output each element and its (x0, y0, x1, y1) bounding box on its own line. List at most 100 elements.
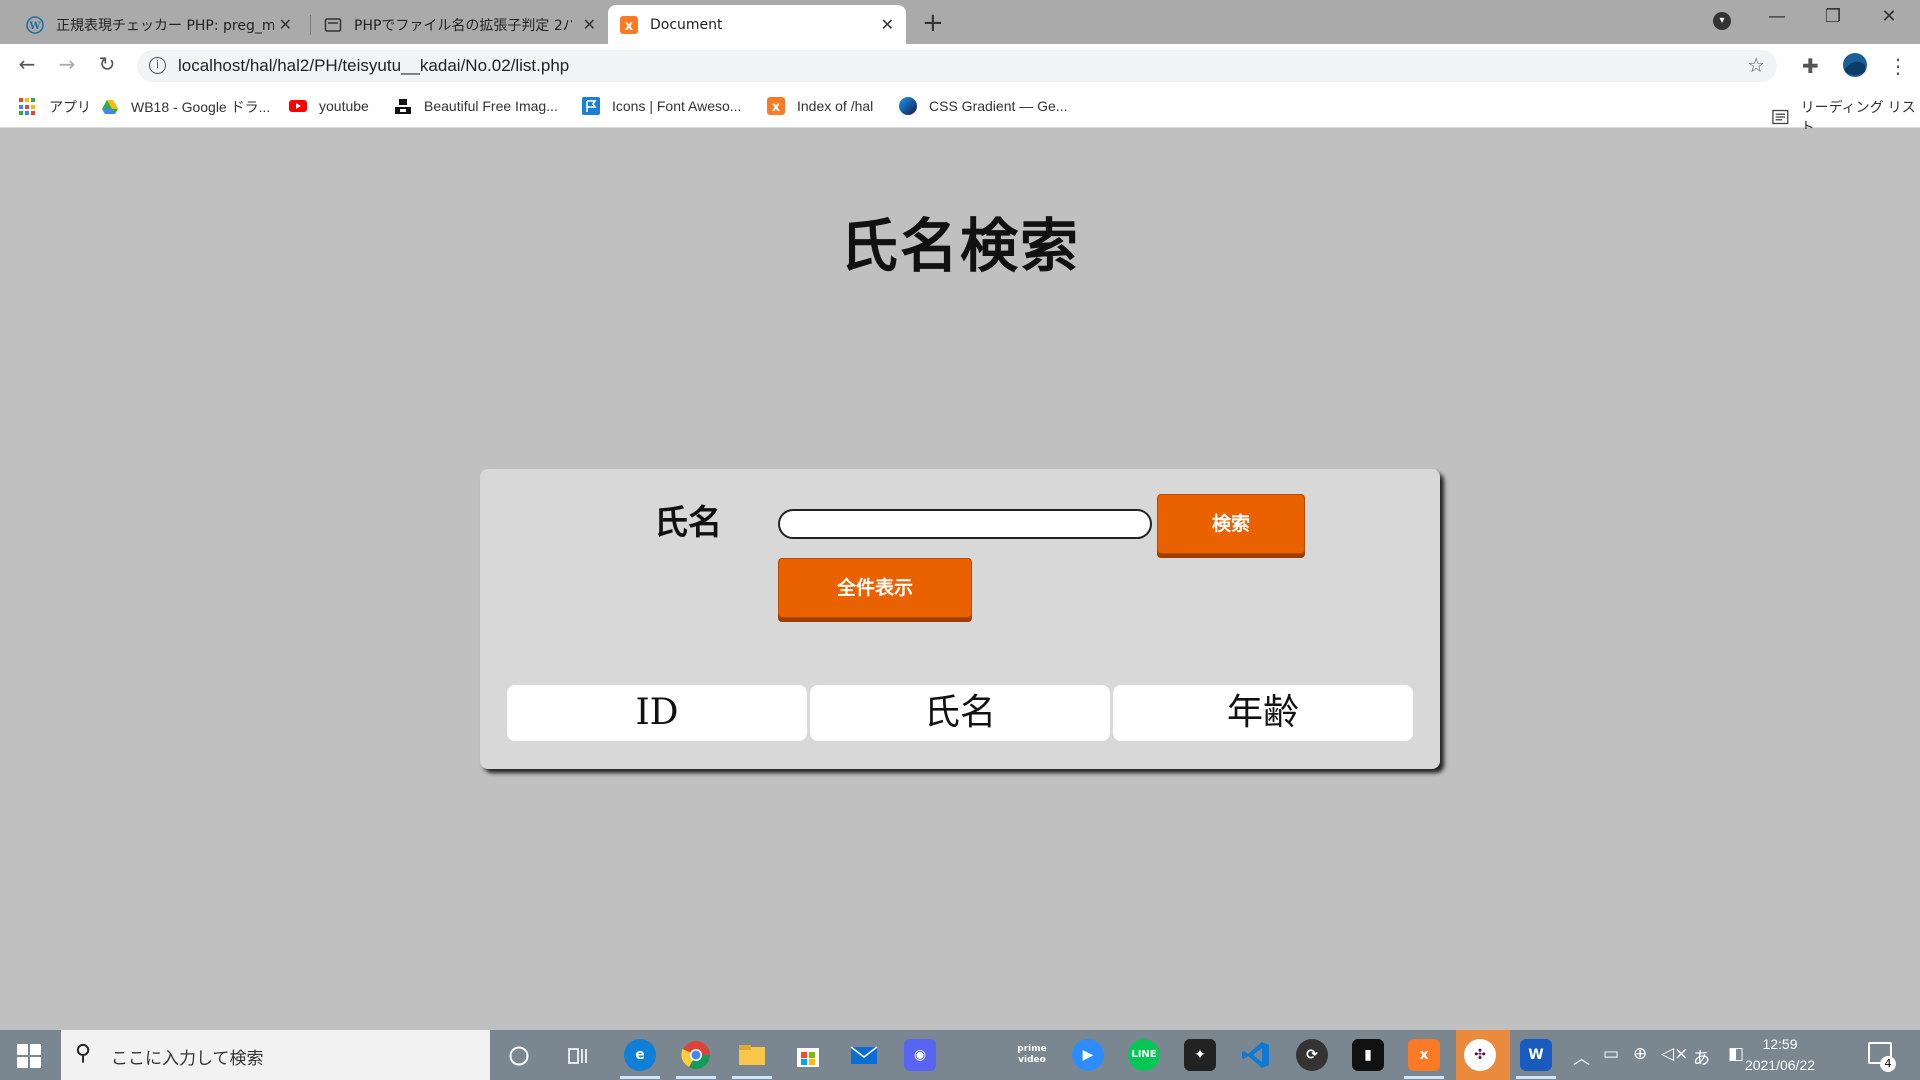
google-drive-icon (102, 100, 118, 114)
notification-count-badge: 4 (1880, 1056, 1896, 1072)
page-icon (324, 17, 342, 32)
tab-divider (310, 15, 311, 35)
taskbar-clock[interactable]: 12:59 2021/06/22 (1740, 1034, 1820, 1076)
bookmark-font-awesome[interactable]: Icons | Font Aweso... (582, 97, 741, 115)
windows-start-icon[interactable] (17, 1044, 41, 1068)
youtube-icon (289, 100, 307, 112)
close-tab-icon[interactable]: ✕ (279, 15, 292, 34)
network-globe-icon[interactable]: ⊕ (1633, 1044, 1647, 1064)
cortana-icon[interactable] (508, 1045, 530, 1067)
tab-php-extension[interactable]: PHPでファイル名の拡張子判定 2パタ ✕ (312, 5, 608, 44)
tray-chevron-icon[interactable]: ︿ (1573, 1044, 1590, 1069)
chrome-icon[interactable] (680, 1039, 712, 1071)
bookmark-google-drive[interactable]: WB18 - Google ドラ... (101, 97, 270, 117)
search-icon: ⚲ (75, 1041, 92, 1066)
close-window-icon[interactable]: ✕ (1866, 6, 1912, 27)
bookmark-css-gradient[interactable]: CSS Gradient — Ge... (899, 97, 1068, 115)
xampp-running-indicator (1404, 1076, 1444, 1079)
browser-tab-strip: W 正規表現チェッカー PHP: preg_match ✕ PHPでファイル名の… (0, 0, 1920, 44)
show-all-button[interactable]: 全件表示 (778, 558, 972, 618)
bookmark-youtube[interactable]: youtube (289, 97, 369, 115)
line-icon[interactable]: LINE (1128, 1039, 1160, 1071)
svg-text:x: x (772, 100, 781, 115)
task-view-icon[interactable] (568, 1045, 590, 1067)
file-explorer-icon[interactable] (736, 1039, 768, 1071)
bookmark-label: WB18 - Google ドラ... (131, 99, 271, 115)
taskbar-search-placeholder: ここに入力して検索 (111, 1049, 264, 1069)
browser-toolbar: ← → ↻ i localhost/hal/hal2/PH/teisyutu__… (0, 44, 1920, 88)
bookmark-label: Beautiful Free Imag... (424, 98, 558, 114)
tab-document[interactable]: x Document ✕ (608, 5, 906, 44)
volume-muted-icon[interactable]: ◁× (1661, 1044, 1688, 1064)
tab-title: Document (650, 16, 723, 33)
bookmark-unsplash[interactable]: Beautiful Free Imag... (394, 97, 558, 115)
minimize-icon[interactable]: — (1754, 6, 1800, 27)
bookmark-label: Index of /hal (797, 98, 874, 114)
result-table-header: ID 氏名 年齢 (507, 685, 1413, 741)
discord-icon[interactable]: ◉ (904, 1039, 936, 1071)
page-viewport: 氏名検索 氏名 検索 全件表示 ID 氏名 年齢 (0, 129, 1920, 1030)
search-button[interactable]: 検索 (1157, 494, 1305, 554)
bookmark-index-hal[interactable]: x Index of /hal (767, 97, 873, 115)
font-awesome-icon (582, 97, 600, 115)
video-editor-icon[interactable]: ▮ (1352, 1039, 1384, 1071)
taskbar-search-box[interactable]: ⚲ ここに入力して検索 (61, 1030, 490, 1080)
restore-icon[interactable]: ❐ (1810, 6, 1856, 27)
store-icon[interactable] (792, 1039, 824, 1071)
back-icon[interactable]: ← (13, 52, 41, 76)
name-search-input[interactable] (778, 509, 1152, 539)
xampp-icon: x (767, 97, 785, 115)
slack-icon[interactable]: ✣ (1464, 1039, 1496, 1071)
search-card: 氏名 検索 全件表示 ID 氏名 年齢 (480, 469, 1440, 769)
menu-kebab-icon[interactable]: ⋮ (1888, 54, 1908, 78)
svg-text:W: W (28, 21, 41, 32)
zoom-icon[interactable]: ▶ (1072, 1039, 1104, 1071)
url-text: localhost/hal/hal2/PH/teisyutu__kadai/No… (178, 56, 570, 75)
new-tab-icon[interactable]: + (922, 8, 944, 38)
windows-taskbar: ⚲ ここに入力して検索 e ◉ prime video ▶ LINE ✦ ⟳ ▮ … (0, 1030, 1920, 1080)
bookmark-star-icon[interactable]: ☆ (1747, 53, 1765, 77)
tab-title: PHPでファイル名の拡張子判定 2パタ (354, 17, 572, 34)
bookmark-apps[interactable]: アプリ (19, 97, 91, 117)
reload-icon[interactable]: ↻ (93, 52, 121, 76)
bookmark-label: CSS Gradient — Ge... (929, 98, 1068, 114)
column-header-age: 年齢 (1113, 685, 1413, 741)
close-tab-icon[interactable]: ✕ (583, 15, 596, 34)
column-header-id: ID (507, 685, 807, 741)
xampp-icon: x (620, 15, 638, 34)
ime-indicator[interactable]: あ (1693, 1044, 1710, 1069)
forward-icon[interactable]: → (53, 52, 81, 76)
chrome-running-indicator (676, 1076, 716, 1079)
bookmark-label: Icons | Font Aweso... (612, 98, 742, 114)
battery-icon[interactable]: ▭ (1603, 1044, 1619, 1064)
css-gradient-icon (899, 97, 917, 115)
edge-icon[interactable]: e (624, 1039, 656, 1071)
bookmarks-bar: アプリ WB18 - Google ドラ... youtube Beautifu… (0, 88, 1920, 135)
prime-video-icon[interactable]: prime video (1016, 1039, 1048, 1071)
close-tab-icon[interactable]: ✕ (881, 15, 894, 34)
tab-regex-checker[interactable]: W 正規表現チェッカー PHP: preg_match ✕ (14, 5, 304, 44)
edge-running-indicator (620, 1076, 660, 1079)
xampp-taskbar-icon[interactable]: x (1408, 1039, 1440, 1071)
page-title: 氏名検索 (839, 212, 1080, 280)
word-icon[interactable]: W (1520, 1039, 1552, 1071)
tab-search-icon[interactable]: ▾ (1713, 12, 1731, 30)
game-app-icon[interactable]: ✦ (1184, 1039, 1216, 1071)
extensions-icon[interactable]: ✚ (1802, 54, 1819, 78)
svg-text:x: x (625, 19, 634, 34)
bookmark-label: アプリ (49, 99, 91, 115)
column-header-name: 氏名 (810, 685, 1110, 741)
name-label: 氏名 (654, 503, 722, 543)
clock-time: 12:59 (1762, 1036, 1798, 1052)
profile-avatar-icon[interactable] (1842, 52, 1868, 78)
address-bar[interactable]: i localhost/hal/hal2/PH/teisyutu__kadai/… (137, 50, 1777, 82)
vscode-icon[interactable] (1240, 1039, 1272, 1071)
clock-date: 2021/06/22 (1744, 1057, 1816, 1073)
reading-list-icon (1772, 109, 1789, 125)
mail-icon[interactable] (848, 1039, 880, 1071)
site-info-icon[interactable]: i (149, 57, 166, 74)
word-running-indicator (1516, 1076, 1556, 1079)
explorer-running-indicator (732, 1076, 772, 1079)
unsplash-icon (395, 99, 411, 114)
app-icon[interactable]: ⟳ (1296, 1039, 1328, 1071)
